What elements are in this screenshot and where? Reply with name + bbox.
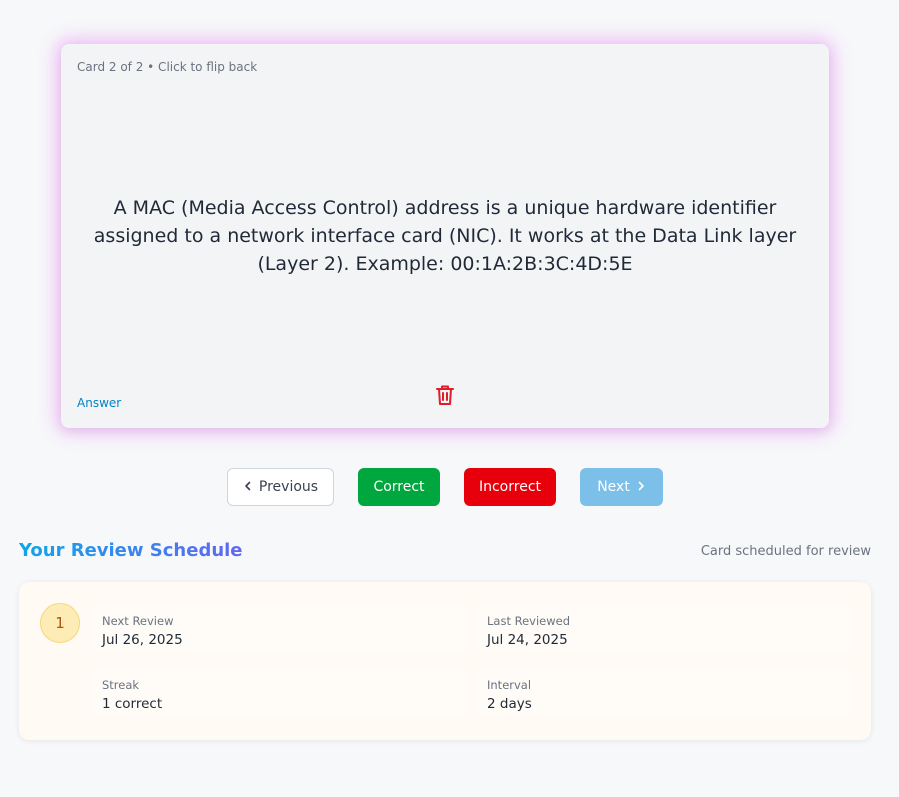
correct-button[interactable]: Correct bbox=[358, 468, 440, 506]
incorrect-button[interactable]: Incorrect bbox=[464, 468, 556, 506]
stat-next-review: Next Review Jul 26, 2025 bbox=[92, 604, 468, 654]
stat-label: Next Review bbox=[102, 614, 174, 628]
previous-button-label: Previous bbox=[258, 479, 319, 495]
stat-interval: Interval 2 days bbox=[477, 668, 853, 718]
trash-icon bbox=[435, 384, 455, 410]
stat-last-reviewed: Last Reviewed Jul 24, 2025 bbox=[477, 604, 853, 654]
stat-label: Streak bbox=[102, 678, 140, 692]
delete-card-button[interactable] bbox=[433, 384, 457, 410]
chevron-left-icon bbox=[243, 479, 253, 495]
stat-value: 1 correct bbox=[102, 696, 163, 712]
review-schedule-title: Your Review Schedule bbox=[19, 540, 243, 561]
flashcard[interactable]: Card 2 of 2 • Click to flip back A MAC (… bbox=[61, 44, 829, 428]
previous-button[interactable]: Previous bbox=[227, 468, 334, 506]
stat-value: 2 days bbox=[487, 696, 532, 712]
next-button[interactable]: Next bbox=[580, 468, 663, 506]
next-button-label: Next bbox=[597, 479, 630, 495]
flashcard-review-page: Card 2 of 2 • Click to flip back A MAC (… bbox=[0, 0, 899, 797]
stat-value: Jul 26, 2025 bbox=[102, 632, 183, 648]
schedule-status-text: Card scheduled for review bbox=[700, 544, 871, 559]
stat-streak: Streak 1 correct bbox=[92, 668, 468, 718]
stat-label: Interval bbox=[487, 678, 532, 692]
card-answer-text: A MAC (Media Access Control) address is … bbox=[93, 197, 797, 275]
chevron-right-icon bbox=[636, 479, 646, 495]
review-level-badge: 1 bbox=[40, 603, 80, 643]
review-schedule-panel: 1 Next Review Jul 26, 2025 Last Reviewed… bbox=[19, 582, 871, 740]
stat-value: Jul 24, 2025 bbox=[487, 632, 568, 648]
incorrect-button-label: Incorrect bbox=[478, 479, 542, 495]
card-position-hint: Card 2 of 2 • Click to flip back bbox=[77, 60, 258, 74]
correct-button-label: Correct bbox=[373, 479, 425, 495]
stat-label: Last Reviewed bbox=[487, 614, 571, 628]
card-side-label: Answer bbox=[77, 396, 122, 410]
